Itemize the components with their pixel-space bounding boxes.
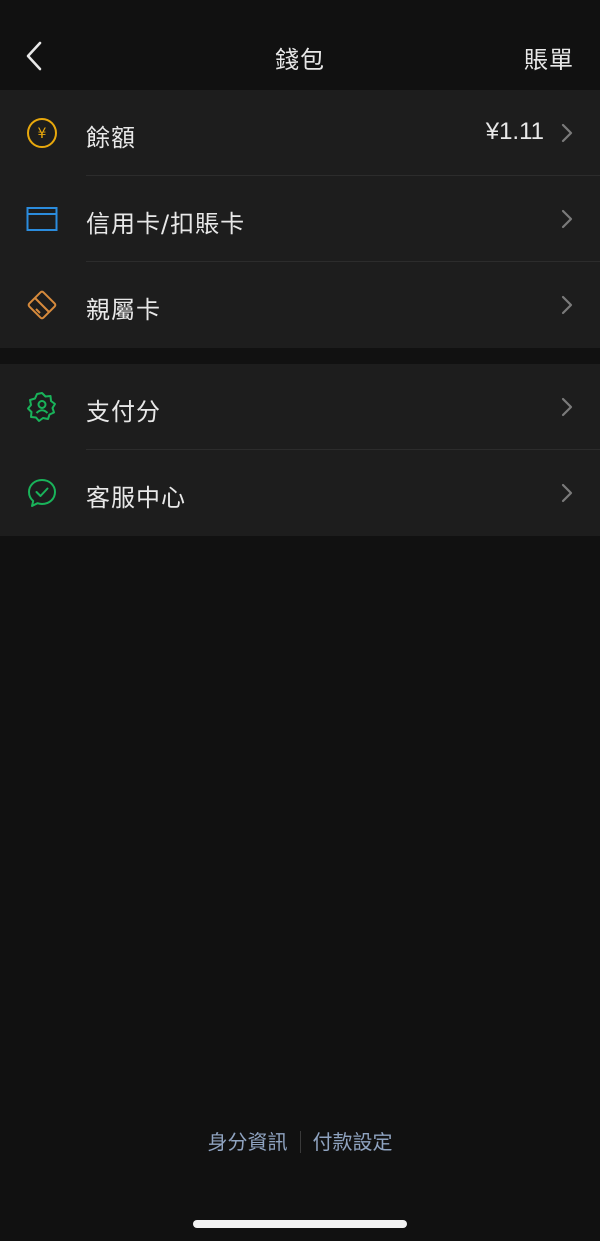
family-card-icon [27,290,57,320]
payment-settings-link[interactable]: 付款設定 [313,1130,393,1154]
chevron-right-icon [561,295,573,315]
page-title: 錢包 [275,46,325,74]
pay-score-badge-icon [27,392,56,422]
navigation-bar: 錢包 賬單 [0,0,600,90]
chevron-right-icon [561,397,573,417]
wallet-menu-group-2: 支付分 客服中心 [0,364,600,536]
menu-item-label: 餘額 [86,124,136,152]
menu-item-label: 親屬卡 [86,296,161,324]
menu-item-cards[interactable]: 信用卡/扣賬卡 [0,176,600,262]
menu-item-family-card[interactable]: 親屬卡 [0,262,600,348]
identity-info-link[interactable]: 身分資訊 [208,1130,288,1154]
footer-links: 身分資訊 付款設定 [0,1126,600,1155]
balance-value: ¥1.11 [485,118,544,145]
svg-text:¥: ¥ [38,126,47,142]
menu-item-customer-service[interactable]: 客服中心 [0,450,600,536]
home-indicator[interactable] [193,1220,407,1228]
chevron-right-icon [561,209,573,229]
menu-item-label: 信用卡/扣賬卡 [86,210,246,238]
footer-separator [299,1131,301,1153]
yuan-coin-icon: ¥ [27,118,57,148]
chevron-right-icon [561,483,573,503]
customer-service-icon [28,479,56,507]
chevron-right-icon [561,123,573,143]
wallet-menu-group-1: ¥ 餘額 ¥1.11 信用卡/扣賬卡 親屬卡 [0,90,600,348]
menu-item-pay-score[interactable]: 支付分 [0,364,600,450]
menu-item-label: 支付分 [86,398,161,426]
bill-button[interactable]: 賬單 [524,40,574,75]
menu-item-label: 客服中心 [86,484,186,512]
card-icon [26,207,58,231]
menu-item-balance[interactable]: ¥ 餘額 ¥1.11 [0,90,600,176]
